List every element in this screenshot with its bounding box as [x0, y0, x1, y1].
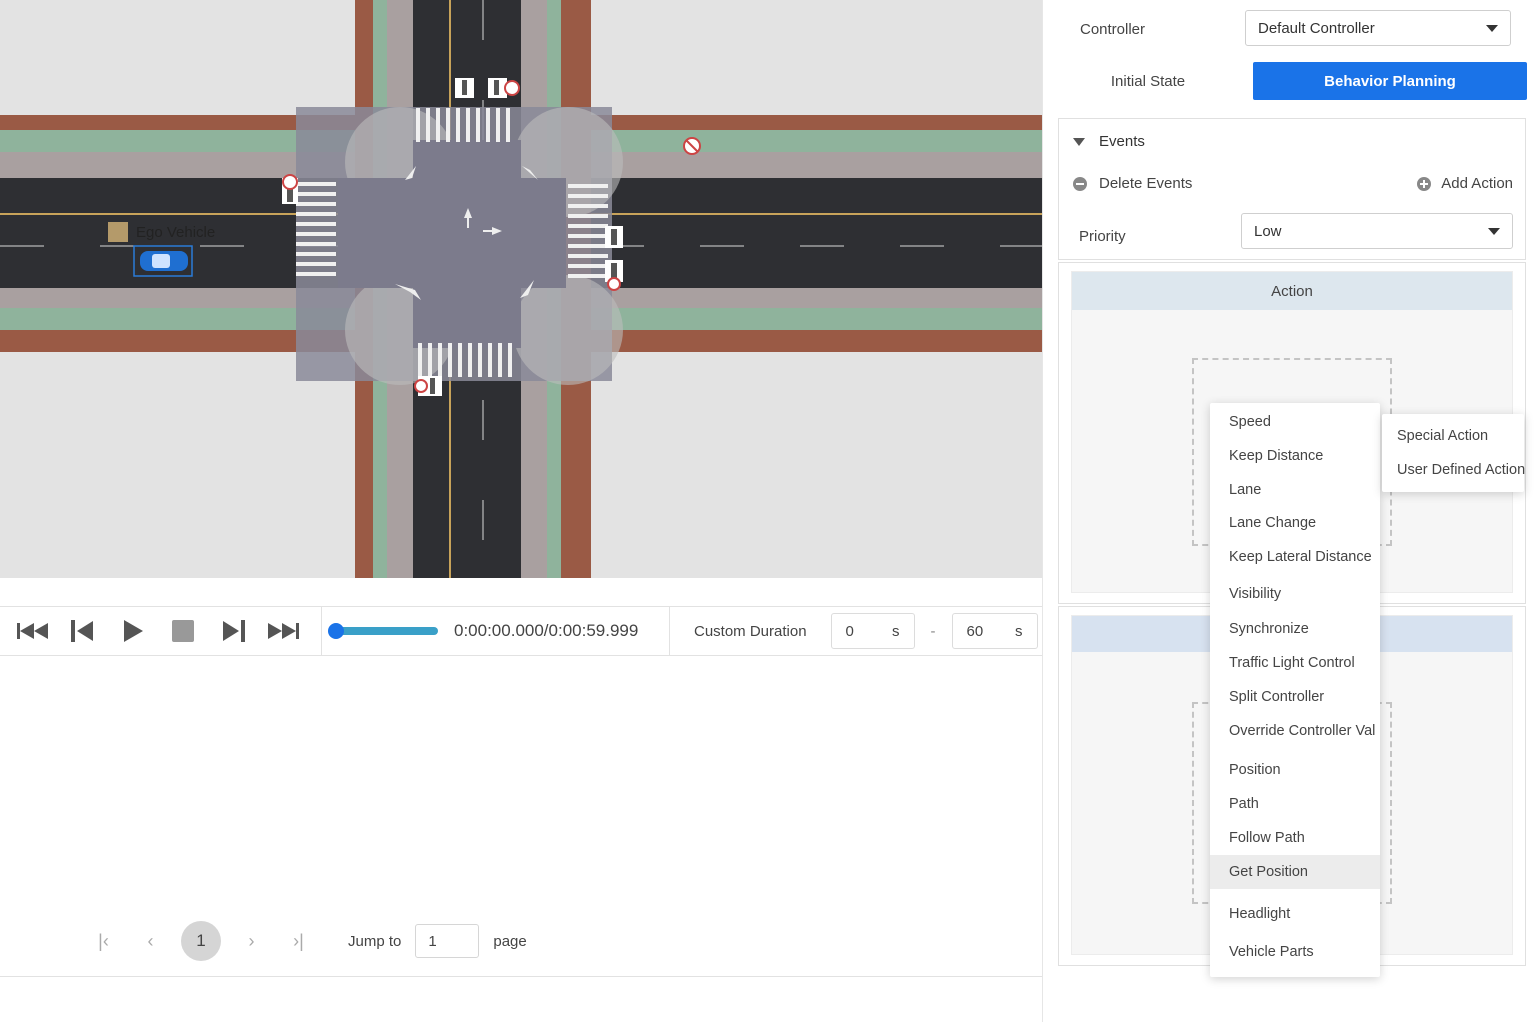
- delete-events-label: Delete Events: [1099, 175, 1193, 192]
- plus-circle-icon: [1417, 176, 1432, 191]
- menu-item-position[interactable]: Position: [1210, 753, 1380, 787]
- duration-start-input[interactable]: 0 s: [830, 613, 915, 649]
- menu-item-follow-path[interactable]: Follow Path: [1210, 821, 1380, 855]
- play-icon: [124, 620, 143, 642]
- jump-to-input[interactable]: 1: [415, 924, 480, 958]
- controller-label: Controller: [1080, 20, 1146, 38]
- next-page-icon[interactable]: ›: [228, 931, 275, 952]
- scenario-map[interactable]: Ego Vehicle: [0, 0, 1042, 578]
- menu-item-speed[interactable]: Speed: [1210, 405, 1380, 439]
- jump-to-label: Jump to: [348, 932, 402, 950]
- menu-item-keep-distance[interactable]: Keep Distance: [1210, 439, 1380, 473]
- action-type-menu: Speed Keep Distance Lane Lane Change Kee…: [1210, 403, 1380, 977]
- custom-duration: Custom Duration 0 s - 60 s: [670, 613, 1038, 649]
- current-page-button[interactable]: 1: [181, 921, 221, 961]
- time-readout: 0:00:00.000/0:00:59.999: [454, 621, 639, 640]
- bottom-divider: [0, 976, 1042, 977]
- step-forward-icon: [223, 620, 245, 642]
- skip-to-start-button[interactable]: [16, 614, 50, 648]
- chevron-down-icon: [1488, 227, 1500, 235]
- prev-page-icon[interactable]: ‹: [127, 931, 174, 952]
- duration-end-value: 60: [966, 622, 984, 640]
- skip-to-end-button[interactable]: [266, 614, 300, 648]
- timeline-slider-knob[interactable]: [328, 623, 344, 639]
- action-header: Action: [1072, 272, 1512, 310]
- step-forward-button[interactable]: [216, 614, 250, 648]
- timeline-slider[interactable]: [328, 623, 438, 639]
- step-back-icon: [71, 620, 93, 642]
- add-action-label: Add Action: [1441, 175, 1513, 192]
- events-toggle[interactable]: Events: [1073, 133, 1145, 150]
- submenu-item-user-defined-action[interactable]: User Defined Action: [1382, 453, 1525, 487]
- menu-item-traffic-light-control[interactable]: Traffic Light Control: [1210, 646, 1380, 680]
- play-button[interactable]: [116, 614, 150, 648]
- priority-select-value: Low: [1254, 222, 1282, 240]
- custom-duration-label: Custom Duration: [694, 622, 807, 640]
- duration-start-value: 0: [845, 622, 854, 640]
- stop-icon: [172, 620, 194, 642]
- menu-item-lane[interactable]: Lane: [1210, 473, 1380, 507]
- menu-item-get-position[interactable]: Get Position: [1210, 855, 1380, 889]
- menu-item-visibility[interactable]: Visibility: [1210, 577, 1380, 611]
- special-action-submenu: Special Action User Defined Action: [1382, 414, 1525, 492]
- delete-events-button[interactable]: Delete Events: [1073, 175, 1192, 192]
- last-page-icon[interactable]: ›|: [275, 931, 322, 952]
- menu-item-override-controller-value[interactable]: Override Controller Val: [1210, 714, 1380, 748]
- duration-start-unit: s: [892, 622, 900, 640]
- menu-item-keep-lateral-distance[interactable]: Keep Lateral Distance: [1210, 540, 1380, 574]
- duration-end-unit: s: [1015, 622, 1023, 640]
- pagination: |‹ ‹ 1 › ›| Jump to 1 page: [80, 920, 527, 962]
- playback-controls: [0, 607, 322, 655]
- tab-behavior-planning[interactable]: Behavior Planning: [1253, 62, 1527, 100]
- controller-select-value: Default Controller: [1258, 19, 1375, 37]
- skip-to-start-icon: [17, 623, 48, 639]
- step-back-button[interactable]: [66, 614, 100, 648]
- duration-end-input[interactable]: 60 s: [951, 613, 1038, 649]
- ego-vehicle-label[interactable]: Ego Vehicle: [108, 222, 215, 242]
- caret-down-icon: [1073, 137, 1085, 146]
- controller-select[interactable]: Default Controller: [1245, 10, 1511, 46]
- menu-item-split-controller[interactable]: Split Controller: [1210, 680, 1380, 714]
- minus-circle-icon: [1073, 176, 1087, 191]
- menu-item-synchronize[interactable]: Synchronize: [1210, 612, 1380, 646]
- priority-label: Priority: [1079, 227, 1126, 245]
- ego-vehicle-name: Ego Vehicle: [136, 223, 216, 241]
- ego-color-swatch: [108, 222, 128, 242]
- skip-to-end-icon: [268, 623, 299, 639]
- playback-progress: 0:00:00.000/0:00:59.999: [322, 607, 670, 655]
- priority-select[interactable]: Low: [1241, 213, 1513, 249]
- tab-initial-state[interactable]: Initial State: [1081, 62, 1215, 100]
- menu-item-path[interactable]: Path: [1210, 787, 1380, 821]
- first-page-icon[interactable]: |‹: [80, 931, 127, 952]
- intersection-map: [0, 0, 1042, 578]
- playback-bar: 0:00:00.000/0:00:59.999 Custom Duration …: [0, 606, 1042, 656]
- submenu-item-special-action[interactable]: Special Action: [1382, 419, 1524, 453]
- stop-button[interactable]: [166, 614, 200, 648]
- menu-item-lane-change[interactable]: Lane Change: [1210, 506, 1380, 540]
- chevron-down-icon: [1486, 24, 1498, 32]
- menu-item-vehicle-parts[interactable]: Vehicle Parts: [1210, 935, 1380, 969]
- page-label: page: [493, 932, 527, 950]
- events-section: Events Delete Events Add Action Priority…: [1058, 118, 1526, 260]
- add-action-button[interactable]: Add Action: [1417, 175, 1513, 192]
- events-title: Events: [1099, 133, 1145, 150]
- duration-separator: -: [930, 622, 936, 640]
- menu-item-headlight[interactable]: Headlight: [1210, 897, 1380, 931]
